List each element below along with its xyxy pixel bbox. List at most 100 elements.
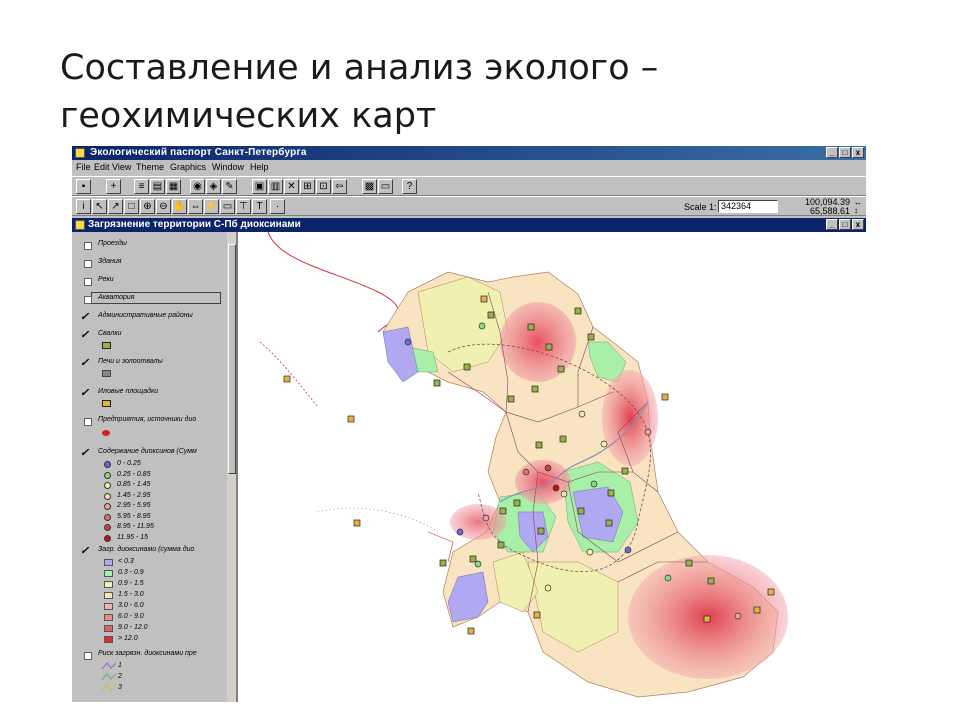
legend-scroll-thumb[interactable]: [228, 244, 236, 474]
help-pointer-icon[interactable]: ?: [402, 179, 417, 194]
layer-label: Загр. диоксинами (сумма дио: [98, 546, 195, 553]
maximize-button[interactable]: □: [839, 147, 851, 158]
select-all-icon[interactable]: ▣: [252, 179, 267, 194]
app-title: Экологический паспорт Санкт-Петербурга: [90, 147, 307, 158]
hotlink-icon[interactable]: ⚡: [204, 199, 219, 214]
measure-point: [544, 464, 552, 472]
zoom-out-icon[interactable]: ⊖: [156, 199, 171, 214]
menu-graphics[interactable]: Graphics: [170, 160, 206, 174]
measure-point: [474, 560, 482, 568]
menu-edit[interactable]: Edit: [94, 160, 110, 174]
coordinate-readout: 100,094.39 65,588.61: [800, 198, 850, 216]
risk-class-label: 3: [118, 684, 122, 691]
layer-checkbox[interactable]: [84, 242, 92, 250]
sample-point: [480, 295, 488, 303]
risk-class-label: 1: [118, 662, 122, 669]
layer-checkbox[interactable]: [84, 418, 92, 426]
vertex-edit-icon[interactable]: ↗: [108, 199, 123, 214]
pointer-icon[interactable]: ↖: [92, 199, 107, 214]
edit-legend-icon[interactable]: ▤: [150, 179, 165, 194]
gulf-shoreline: [317, 507, 439, 533]
text-icon[interactable]: T: [252, 199, 267, 214]
draw-point-icon[interactable]: ·: [270, 199, 285, 214]
point-swatch: [104, 503, 111, 510]
point-class-label: 0.85 - 1.45: [117, 481, 151, 488]
point-swatch: [104, 471, 111, 479]
sample-point: [685, 559, 693, 567]
zone-swatch: [104, 614, 113, 621]
query-icon[interactable]: ✎: [222, 179, 237, 194]
label-icon[interactable]: ⊤: [236, 199, 251, 214]
risk-line-swatch: [101, 673, 117, 681]
zone-class-label: 0.3 - 0.9: [118, 569, 144, 576]
measure-point: [586, 548, 594, 556]
sample-point: [467, 627, 475, 635]
select-feature-icon[interactable]: □: [124, 199, 139, 214]
sample-point: [347, 415, 355, 423]
pan-icon[interactable]: ✋: [172, 199, 187, 214]
measure-point: [478, 322, 486, 330]
menu-window[interactable]: Window: [212, 160, 244, 174]
layout-icon[interactable]: ▩: [362, 179, 377, 194]
scale-input[interactable]: 342364: [718, 200, 778, 213]
checked-icon[interactable]: ✓: [80, 448, 89, 459]
checked-icon[interactable]: ✓: [80, 358, 89, 369]
clear-selection-icon[interactable]: ✕: [284, 179, 299, 194]
menu-theme[interactable]: Theme: [136, 160, 164, 174]
toolbar-main: ▪ + ≡ ▤ ▦ ◉ ◈ ✎ ▣ ▥ ✕ ⊞ ⊡ ⇦ ▩ ▭ ?: [72, 176, 866, 196]
sample-point: [499, 507, 507, 515]
map-svg: [259, 232, 788, 698]
view-maximize-button[interactable]: □: [839, 219, 851, 230]
checked-icon[interactable]: ✓: [80, 388, 89, 399]
sample-point: [661, 393, 669, 401]
sample-point: [587, 333, 595, 341]
minimize-button[interactable]: _: [826, 147, 838, 158]
area-of-interest-icon[interactable]: ▭: [220, 199, 235, 214]
add-theme-icon[interactable]: +: [106, 179, 121, 194]
zoom-full-icon[interactable]: ⊞: [300, 179, 315, 194]
measure-point: [404, 338, 412, 346]
sample-point: [545, 343, 553, 351]
zoom-previous-icon[interactable]: ⇦: [332, 179, 347, 194]
open-table-icon[interactable]: ▦: [166, 179, 181, 194]
save-icon[interactable]: ▪: [76, 179, 91, 194]
close-button[interactable]: x: [852, 147, 864, 158]
sample-point: [439, 559, 447, 567]
hotspot-north: [500, 302, 576, 382]
layer-label: Иловые площадки: [98, 388, 159, 395]
point-swatch: [104, 524, 111, 531]
menu-view[interactable]: View: [112, 160, 131, 174]
sample-point: [497, 541, 505, 549]
find-icon[interactable]: ◉: [190, 179, 205, 194]
zone-swatch: [104, 570, 113, 577]
map-canvas[interactable]: [238, 232, 866, 702]
slide-title: Составление и анализ эколого – геохимиче…: [60, 44, 860, 140]
layer-checkbox[interactable]: [84, 260, 92, 268]
layer-checkbox[interactable]: [84, 296, 92, 304]
checked-icon[interactable]: ✓: [80, 312, 89, 323]
toolbar-tools: i ↖ ↗ □ ⊕ ⊖ ✋ ⇔ ⚡ ▭ ⊤ T · Scale 1: 34236…: [72, 196, 866, 216]
zoom-in-icon[interactable]: ⊕: [140, 199, 155, 214]
measure-icon[interactable]: ⇔: [188, 199, 203, 214]
menu-file[interactable]: File: [76, 160, 91, 174]
layer-checkbox[interactable]: [84, 652, 92, 660]
checked-icon[interactable]: ✓: [80, 546, 89, 557]
menu-help[interactable]: Help: [250, 160, 269, 174]
print-icon[interactable]: ▭: [378, 179, 393, 194]
sample-point: [621, 467, 629, 475]
layer-checkbox[interactable]: [84, 278, 92, 286]
select-by-theme-icon[interactable]: ▥: [268, 179, 283, 194]
view-title-bar: Загрязнение территории С-Пб диоксинами _…: [72, 218, 866, 232]
view-minimize-button[interactable]: _: [826, 219, 838, 230]
coord-arrows-icon: ↔ ↕: [854, 198, 862, 215]
sample-point: [557, 365, 565, 373]
identify-icon[interactable]: i: [76, 199, 91, 214]
theme-properties-icon[interactable]: ≡: [134, 179, 149, 194]
locate-icon[interactable]: ◈: [206, 179, 221, 194]
view-title: Загрязнение территории С-Пб диоксинами: [88, 219, 301, 230]
zoom-active-icon[interactable]: ⊡: [316, 179, 331, 194]
layer-label: Риск загрязн. диоксинами пре: [98, 650, 197, 657]
view-close-button[interactable]: x: [852, 219, 864, 230]
checked-icon[interactable]: ✓: [80, 330, 89, 341]
legend-scrollbar[interactable]: [227, 232, 236, 702]
